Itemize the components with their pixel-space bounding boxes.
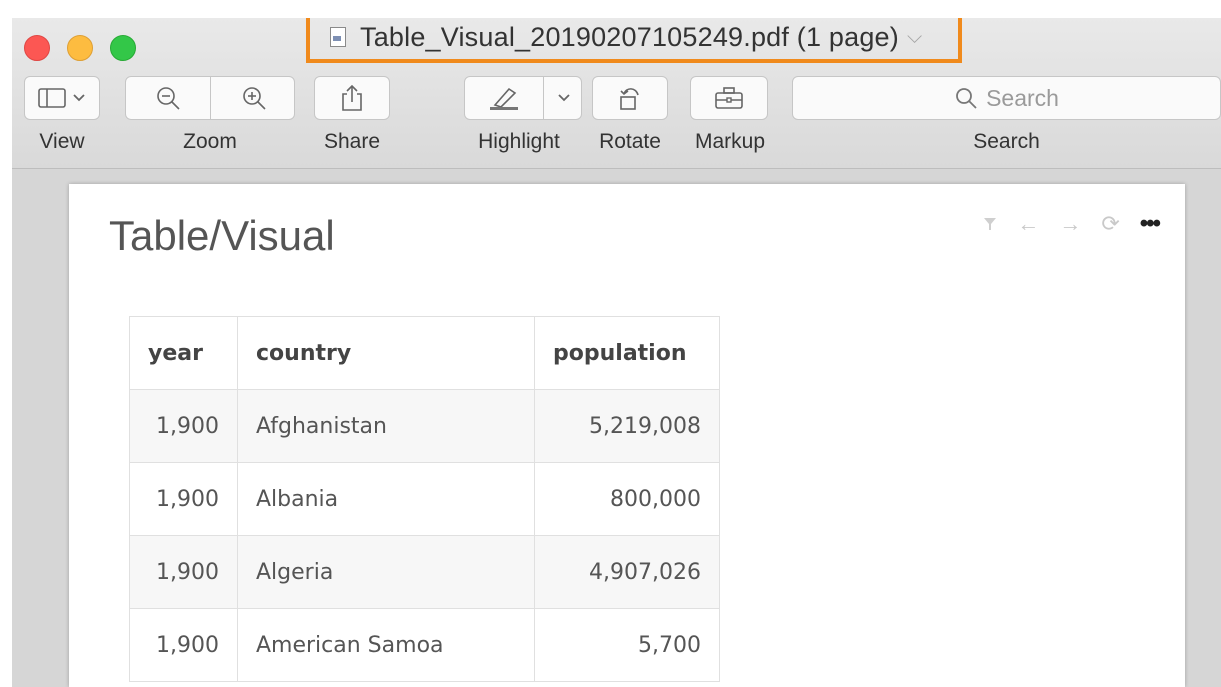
pdf-page: Table/Visual ← → ⟳ ••• year country popu… [69, 184, 1185, 687]
share-button[interactable] [314, 76, 390, 120]
view-label: View [39, 130, 85, 153]
column-header-population: population [534, 316, 720, 390]
sidebar-icon [38, 88, 66, 108]
toolbar: Table_Visual_20190207105249.pdf (1 page)… [12, 18, 1221, 169]
preview-window: Table_Visual_20190207105249.pdf (1 page)… [12, 18, 1221, 687]
zoom-window-button[interactable] [110, 35, 136, 61]
zoom-out-button[interactable] [126, 77, 210, 119]
highlighter-icon [490, 87, 518, 110]
minimize-window-button[interactable] [67, 35, 93, 61]
close-window-button[interactable] [24, 35, 50, 61]
arrow-left-icon: ← [1017, 211, 1040, 236]
cell-population: 800,000 [534, 462, 720, 536]
share-icon [342, 84, 362, 111]
toolbox-icon [715, 87, 743, 109]
search-placeholder: Search [986, 84, 1059, 111]
more-options-icon: ••• [1139, 210, 1161, 237]
chevron-down-icon [73, 94, 85, 102]
table-row: 1,900 Albania 800,000 [129, 462, 720, 536]
cell-country: American Samoa [237, 608, 535, 682]
data-table: year country population 1,900 Afghanista… [129, 316, 720, 682]
cell-country: Afghanistan [237, 389, 535, 463]
markup-label: Markup [694, 130, 766, 153]
cell-population: 4,907,026 [534, 535, 720, 609]
visual-title: Table/Visual [109, 212, 335, 259]
cell-country: Albania [237, 462, 535, 536]
rotate-label: Rotate [599, 130, 661, 153]
view-button[interactable] [24, 76, 100, 120]
zoom-control [125, 76, 295, 120]
table-row: 1,900 Algeria 4,907,026 [129, 535, 720, 609]
rotate-icon [620, 88, 639, 110]
cell-population: 5,219,008 [534, 389, 720, 463]
zoom-label: Zoom [183, 130, 237, 153]
chevron-down-icon[interactable]: ⌵ [907, 26, 922, 49]
highlight-control [464, 76, 582, 120]
column-header-year: year [129, 316, 238, 390]
cell-country: Algeria [237, 535, 535, 609]
window-title[interactable]: Table_Visual_20190207105249.pdf (1 page)… [306, 18, 962, 63]
rotate-button[interactable] [592, 76, 668, 120]
zoom-out-icon [157, 87, 180, 110]
highlight-options-button[interactable] [544, 77, 583, 119]
search-icon [956, 88, 977, 109]
highlight-label: Highlight [478, 130, 560, 153]
column-header-country: country [237, 316, 535, 390]
visual-header-icons: ← → ⟳ ••• [983, 210, 1161, 238]
highlight-button[interactable] [465, 77, 543, 119]
window-title-text: Table_Visual_20190207105249.pdf (1 page) [360, 21, 899, 52]
cell-year: 1,900 [129, 462, 238, 536]
share-label: Share [323, 130, 381, 153]
zoom-in-button[interactable] [211, 77, 296, 119]
markup-button[interactable] [690, 76, 768, 120]
arrow-right-icon: → [1059, 211, 1082, 236]
refresh-icon: ⟳ [1101, 211, 1120, 236]
table-row: 1,900 Afghanistan 5,219,008 [129, 389, 720, 463]
filter-icon [983, 211, 997, 237]
cell-year: 1,900 [129, 389, 238, 463]
table-header-row: year country population [129, 316, 720, 390]
search-label: Search [973, 130, 1040, 153]
cell-population: 5,700 [534, 608, 720, 682]
cell-year: 1,900 [129, 608, 238, 682]
search-input[interactable]: Search [792, 76, 1221, 120]
pdf-document-icon [330, 27, 346, 47]
cell-year: 1,900 [129, 535, 238, 609]
table-row: 1,900 American Samoa 5,700 [129, 608, 720, 682]
zoom-in-icon [242, 87, 266, 110]
chevron-down-icon [557, 94, 570, 102]
